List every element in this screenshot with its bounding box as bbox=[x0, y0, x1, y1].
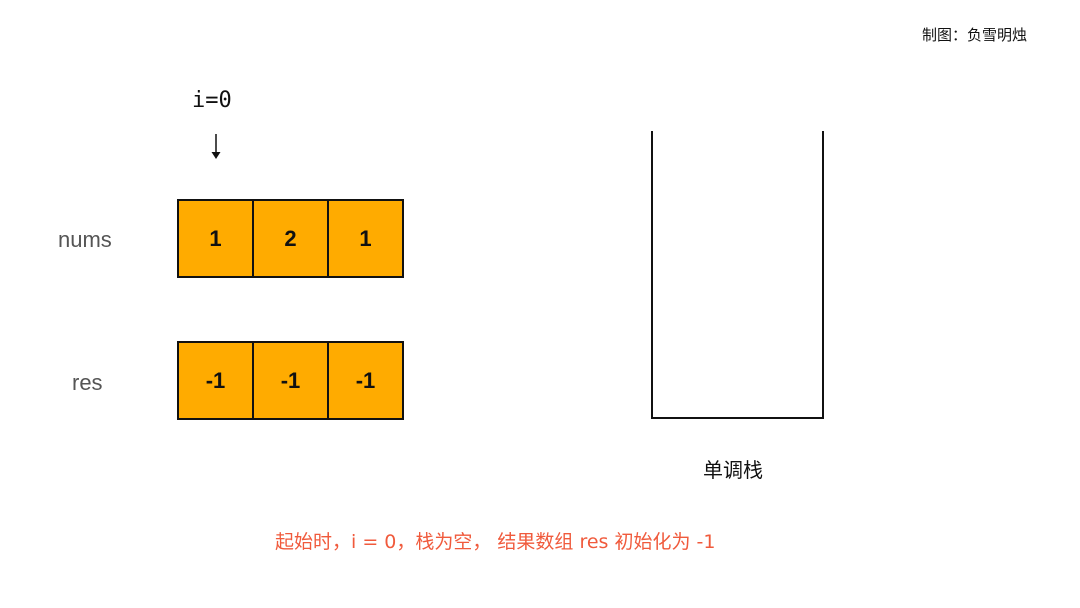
res-array: -1 -1 -1 bbox=[177, 341, 404, 420]
nums-cell: 1 bbox=[177, 199, 254, 278]
nums-array: 1 2 1 bbox=[177, 199, 404, 278]
down-arrow-icon bbox=[211, 134, 221, 159]
step-caption: 起始时，i = 0，栈为空， 结果数组 res 初始化为 -1 bbox=[275, 531, 716, 553]
nums-row-label: nums bbox=[58, 227, 112, 252]
res-row-label: res bbox=[72, 370, 103, 395]
nums-cell: 1 bbox=[327, 199, 404, 278]
stack-label: 单调栈 bbox=[703, 458, 763, 482]
res-cell: -1 bbox=[177, 341, 254, 420]
res-cell: -1 bbox=[327, 341, 404, 420]
index-pointer-label: i=0 bbox=[192, 88, 232, 113]
monotonic-stack-container bbox=[651, 131, 824, 419]
nums-cell: 2 bbox=[252, 199, 329, 278]
credit-text: 制图：负雪明烛 bbox=[922, 26, 1028, 44]
res-cell: -1 bbox=[252, 341, 329, 420]
